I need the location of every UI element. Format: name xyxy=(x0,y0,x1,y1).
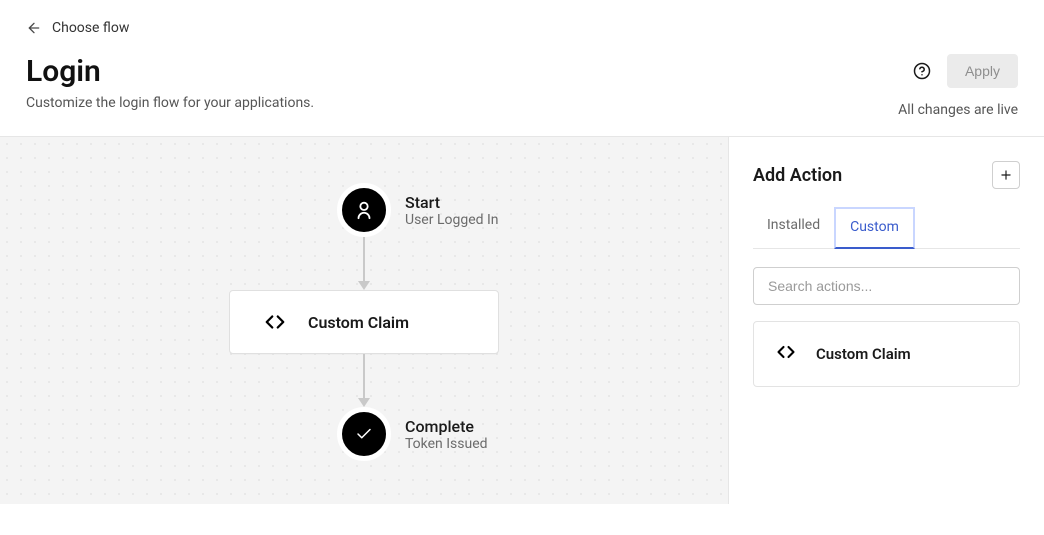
user-icon xyxy=(337,183,391,237)
complete-subtitle: Token Issued xyxy=(405,436,488,452)
help-icon[interactable] xyxy=(913,62,931,80)
page-title: Login xyxy=(26,54,314,89)
back-link[interactable]: Choose flow xyxy=(26,20,1018,36)
flow-action-title: Custom Claim xyxy=(308,313,409,332)
title-block: Login Customize the login flow for your … xyxy=(26,54,314,111)
add-action-button[interactable] xyxy=(992,161,1020,189)
plus-icon xyxy=(999,168,1013,182)
status-text: All changes are live xyxy=(898,102,1018,118)
flow-complete-node: Complete Token Issued xyxy=(229,407,499,461)
apply-button[interactable]: Apply xyxy=(947,54,1018,88)
flow-arrow xyxy=(358,237,370,290)
action-item-title: Custom Claim xyxy=(816,345,911,363)
page-subtitle: Customize the login flow for your applic… xyxy=(26,95,314,111)
back-label: Choose flow xyxy=(52,20,129,36)
start-title: Start xyxy=(405,193,499,212)
add-action-panel: Add Action Installed Custom Custom Claim xyxy=(728,137,1044,504)
flow-action-card[interactable]: Custom Claim xyxy=(229,290,499,354)
code-icon xyxy=(264,311,286,333)
code-icon xyxy=(776,342,796,366)
flow-canvas[interactable]: Start User Logged In Custom Claim Comple… xyxy=(0,137,728,504)
tab-custom[interactable]: Custom xyxy=(834,207,915,249)
check-icon xyxy=(337,407,391,461)
flow-start-node: Start User Logged In xyxy=(229,183,499,237)
complete-title: Complete xyxy=(405,417,488,436)
action-list-item[interactable]: Custom Claim xyxy=(753,321,1020,387)
sidebar-heading: Add Action xyxy=(753,165,842,186)
tab-installed[interactable]: Installed xyxy=(753,207,834,248)
search-input[interactable] xyxy=(753,267,1020,305)
flow-arrow xyxy=(358,354,370,407)
arrow-left-icon xyxy=(26,20,42,36)
sidebar-tabs: Installed Custom xyxy=(753,207,1020,249)
start-subtitle: User Logged In xyxy=(405,212,499,228)
page-header: Choose flow Login Customize the login fl… xyxy=(0,0,1044,137)
